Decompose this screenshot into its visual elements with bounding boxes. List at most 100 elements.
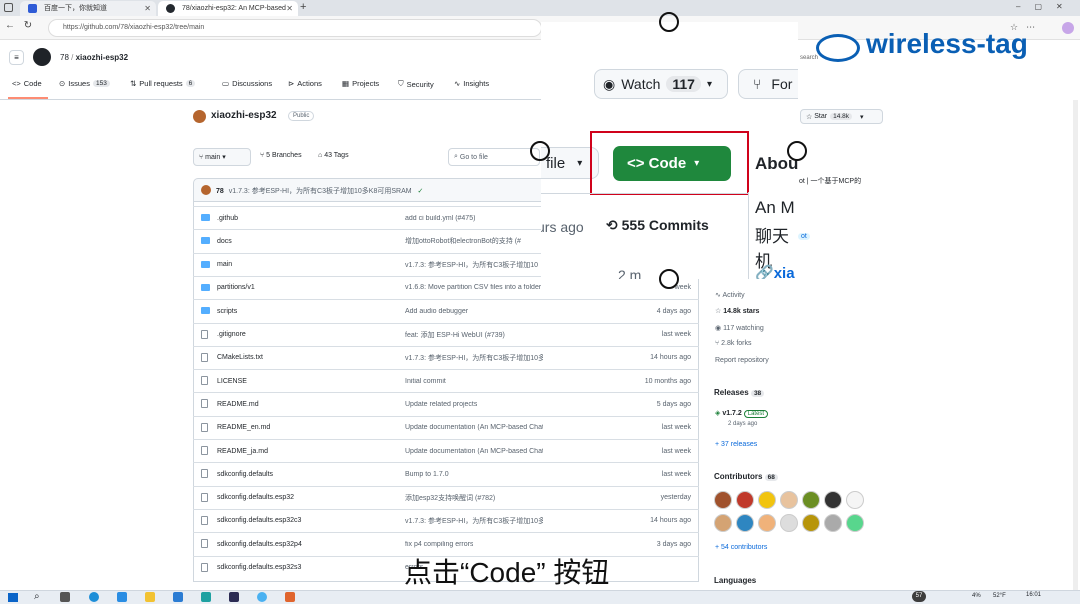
watching-link[interactable]: ◉ 117 watching bbox=[715, 324, 764, 332]
file-name-link[interactable]: README_ja.md bbox=[217, 448, 268, 455]
releases-heading[interactable]: Releases 38 bbox=[714, 388, 765, 397]
file-row[interactable]: sdkconfig.defaults Bump to 1.7.0 last week bbox=[193, 462, 699, 485]
file-row[interactable]: scripts Add audio debugger 4 days ago bbox=[193, 299, 699, 322]
tab-github[interactable]: 78/xiaozhi-esp32: An MCP-based ✕ bbox=[158, 1, 298, 16]
file-row[interactable]: README_en.md Update documentation (An MCP… bbox=[193, 415, 699, 439]
commit-message-link[interactable]: Initial commit bbox=[405, 378, 446, 385]
file-row[interactable]: README.md Update related projects 5 days a… bbox=[193, 392, 699, 415]
commit-message-link[interactable]: 添加esp32支持唤醒词 (#782) bbox=[405, 493, 495, 503]
contributor-avatar[interactable] bbox=[780, 514, 798, 532]
contributors-heading[interactable]: Contributors 68 bbox=[714, 472, 778, 481]
tags-link[interactable]: ⌂ 43 Tags bbox=[318, 152, 349, 159]
file-name-link[interactable]: scripts bbox=[217, 308, 237, 315]
window-controls[interactable]: –▢✕ bbox=[1016, 2, 1077, 11]
app-icon[interactable] bbox=[201, 592, 211, 602]
file-row[interactable]: sdkconfig.defaults.esp32 添加esp32支持唤醒词 (#7… bbox=[193, 485, 699, 509]
scrollbar[interactable] bbox=[1073, 100, 1078, 590]
tab-projects[interactable]: ▦ Projects bbox=[342, 79, 379, 88]
store-icon[interactable] bbox=[117, 592, 127, 602]
file-name-link[interactable]: LICENSE bbox=[217, 378, 247, 385]
commit-message-link[interactable]: feat: 添加 ESP-Hi WebUI (#739) bbox=[405, 330, 505, 340]
contributor-avatar[interactable] bbox=[758, 514, 776, 532]
tab-baidu[interactable]: 百度一下，你就知道 ✕ bbox=[20, 1, 156, 16]
file-name-link[interactable]: sdkconfig.defaults.esp32s3 bbox=[217, 564, 301, 571]
file-row[interactable]: .gitignore feat: 添加 ESP-Hi WebUI (#739) la… bbox=[193, 322, 699, 346]
app-icon[interactable] bbox=[285, 592, 295, 602]
file-row[interactable]: LICENSE Initial commit 10 months ago bbox=[193, 369, 699, 392]
more-contributors-link[interactable]: + 54 contributors bbox=[715, 544, 767, 551]
forks-link[interactable]: ⑂ 2.8k forks bbox=[715, 340, 752, 347]
app-icon[interactable] bbox=[229, 592, 239, 602]
file-name-link[interactable]: sdkconfig.defaults bbox=[217, 471, 273, 478]
owner-link[interactable]: 78 bbox=[60, 53, 69, 62]
profile-avatar[interactable] bbox=[1062, 22, 1074, 34]
commit-message-link[interactable]: Update documentation (An MCP-based Chatb… bbox=[405, 448, 543, 455]
file-name-link[interactable]: .github bbox=[217, 215, 238, 222]
file-name-link[interactable]: README_en.md bbox=[217, 424, 270, 431]
folder-icon[interactable] bbox=[145, 592, 155, 602]
close-tab-icon[interactable]: ✕ bbox=[286, 1, 293, 16]
start-icon[interactable] bbox=[8, 593, 18, 602]
hamburger-menu-icon[interactable]: ≡ bbox=[9, 50, 24, 65]
activity-link[interactable]: ∿ Activity bbox=[715, 291, 745, 299]
commits-link[interactable]: ⟲ 555 Commits bbox=[606, 217, 709, 234]
commit-message-link[interactable]: fix p4 compiling errors bbox=[405, 541, 473, 548]
commit-message-link[interactable]: Add audio debugger bbox=[405, 308, 468, 315]
repo-title[interactable]: xiaozhi-esp32 bbox=[211, 110, 277, 121]
repo-link[interactable]: xiaozhi-esp32 bbox=[76, 53, 128, 62]
tab-insights[interactable]: ∿ Insights bbox=[454, 79, 489, 88]
branch-select[interactable]: ⑂ main ▾ bbox=[193, 148, 251, 166]
contributor-avatar[interactable] bbox=[846, 491, 864, 509]
window-menu-icon[interactable] bbox=[4, 3, 13, 12]
file-row[interactable]: CMakeLists.txt v1.7.3: 参考ESP-HI，为所有C3板子增加… bbox=[193, 345, 699, 369]
more-releases-link[interactable]: + 37 releases bbox=[715, 441, 757, 448]
star-button[interactable]: ☆ Star 14.8k ▾ bbox=[800, 109, 883, 124]
stars-link[interactable]: ☆ 14.8k stars bbox=[715, 307, 759, 315]
tab-issues[interactable]: ⊙ Issues 153 bbox=[59, 79, 110, 88]
commit-message-link[interactable]: Bump to 1.7.0 bbox=[405, 471, 449, 478]
go-to-file-input[interactable]: ⌕ Go to file bbox=[448, 148, 540, 166]
app-icon[interactable] bbox=[173, 592, 183, 602]
commit-message-link[interactable]: Update related projects bbox=[405, 401, 477, 408]
tab-actions[interactable]: ⊳ Actions bbox=[288, 79, 322, 88]
reload-icon[interactable]: ↻ bbox=[22, 20, 34, 31]
commit-message-link[interactable]: Update documentation (An MCP-based Chatb… bbox=[405, 424, 543, 431]
file-row[interactable]: partitions/v1 v1.6.8: Move partition CSV … bbox=[193, 275, 699, 299]
file-name-link[interactable]: .gitignore bbox=[217, 331, 246, 338]
search-icon[interactable]: ⌕ bbox=[34, 591, 40, 602]
commit-message-link[interactable]: add ci build.yml (#475) bbox=[405, 215, 475, 222]
file-name-link[interactable]: docs bbox=[217, 238, 232, 245]
contributor-avatar[interactable] bbox=[824, 514, 842, 532]
contributor-avatar[interactable] bbox=[736, 491, 754, 509]
commit-message-link[interactable]: v1.6.8: Move partition CSV files into a … bbox=[405, 284, 541, 291]
contributor-avatar[interactable] bbox=[714, 514, 732, 532]
commit-message-link[interactable]: 增加ottoRobot和electronBot的支持 (# bbox=[405, 236, 521, 246]
contributor-avatar[interactable] bbox=[758, 491, 776, 509]
tab-code[interactable]: <> Code bbox=[12, 79, 42, 88]
file-row[interactable]: sdkconfig.defaults.esp32c3 v1.7.3: 参考ESP-… bbox=[193, 508, 699, 532]
tab-pull-requests[interactable]: ⇅ Pull requests 6 bbox=[130, 79, 196, 88]
edge-icon[interactable] bbox=[89, 592, 99, 602]
release-item[interactable]: ◈ v1.7.2 Latest bbox=[715, 409, 769, 418]
tab-security[interactable]: ⛉ Security bbox=[398, 79, 434, 89]
contributor-avatar[interactable] bbox=[736, 514, 754, 532]
code-button[interactable]: <> Code ▾ bbox=[613, 146, 731, 181]
contributor-avatar[interactable] bbox=[714, 491, 732, 509]
file-name-link[interactable]: CMakeLists.txt bbox=[217, 354, 263, 361]
file-name-link[interactable]: sdkconfig.defaults.esp32 bbox=[217, 494, 294, 501]
watch-button[interactable]: ◉ Watch 117 ▾ bbox=[594, 69, 728, 99]
github-logo-icon[interactable] bbox=[33, 48, 51, 66]
task-view-icon[interactable] bbox=[60, 592, 70, 602]
app-icon[interactable] bbox=[257, 592, 267, 602]
contributor-avatar[interactable] bbox=[802, 514, 820, 532]
tab-discussions[interactable]: ▭ Discussions bbox=[222, 79, 272, 88]
clock[interactable]: 16:01 bbox=[1026, 592, 1041, 598]
file-name-link[interactable]: README.md bbox=[217, 401, 259, 408]
new-tab-button[interactable]: + bbox=[300, 1, 306, 13]
contributor-avatar[interactable] bbox=[802, 491, 820, 509]
file-name-link[interactable]: main bbox=[217, 261, 232, 268]
website-link[interactable]: 🔗xia bbox=[755, 264, 795, 279]
file-name-link[interactable]: sdkconfig.defaults.esp32p4 bbox=[217, 541, 302, 548]
file-name-link[interactable]: sdkconfig.defaults.esp32c3 bbox=[217, 517, 301, 524]
url-field[interactable]: https://github.com/78/xiaozhi-esp32/tree… bbox=[48, 19, 542, 37]
